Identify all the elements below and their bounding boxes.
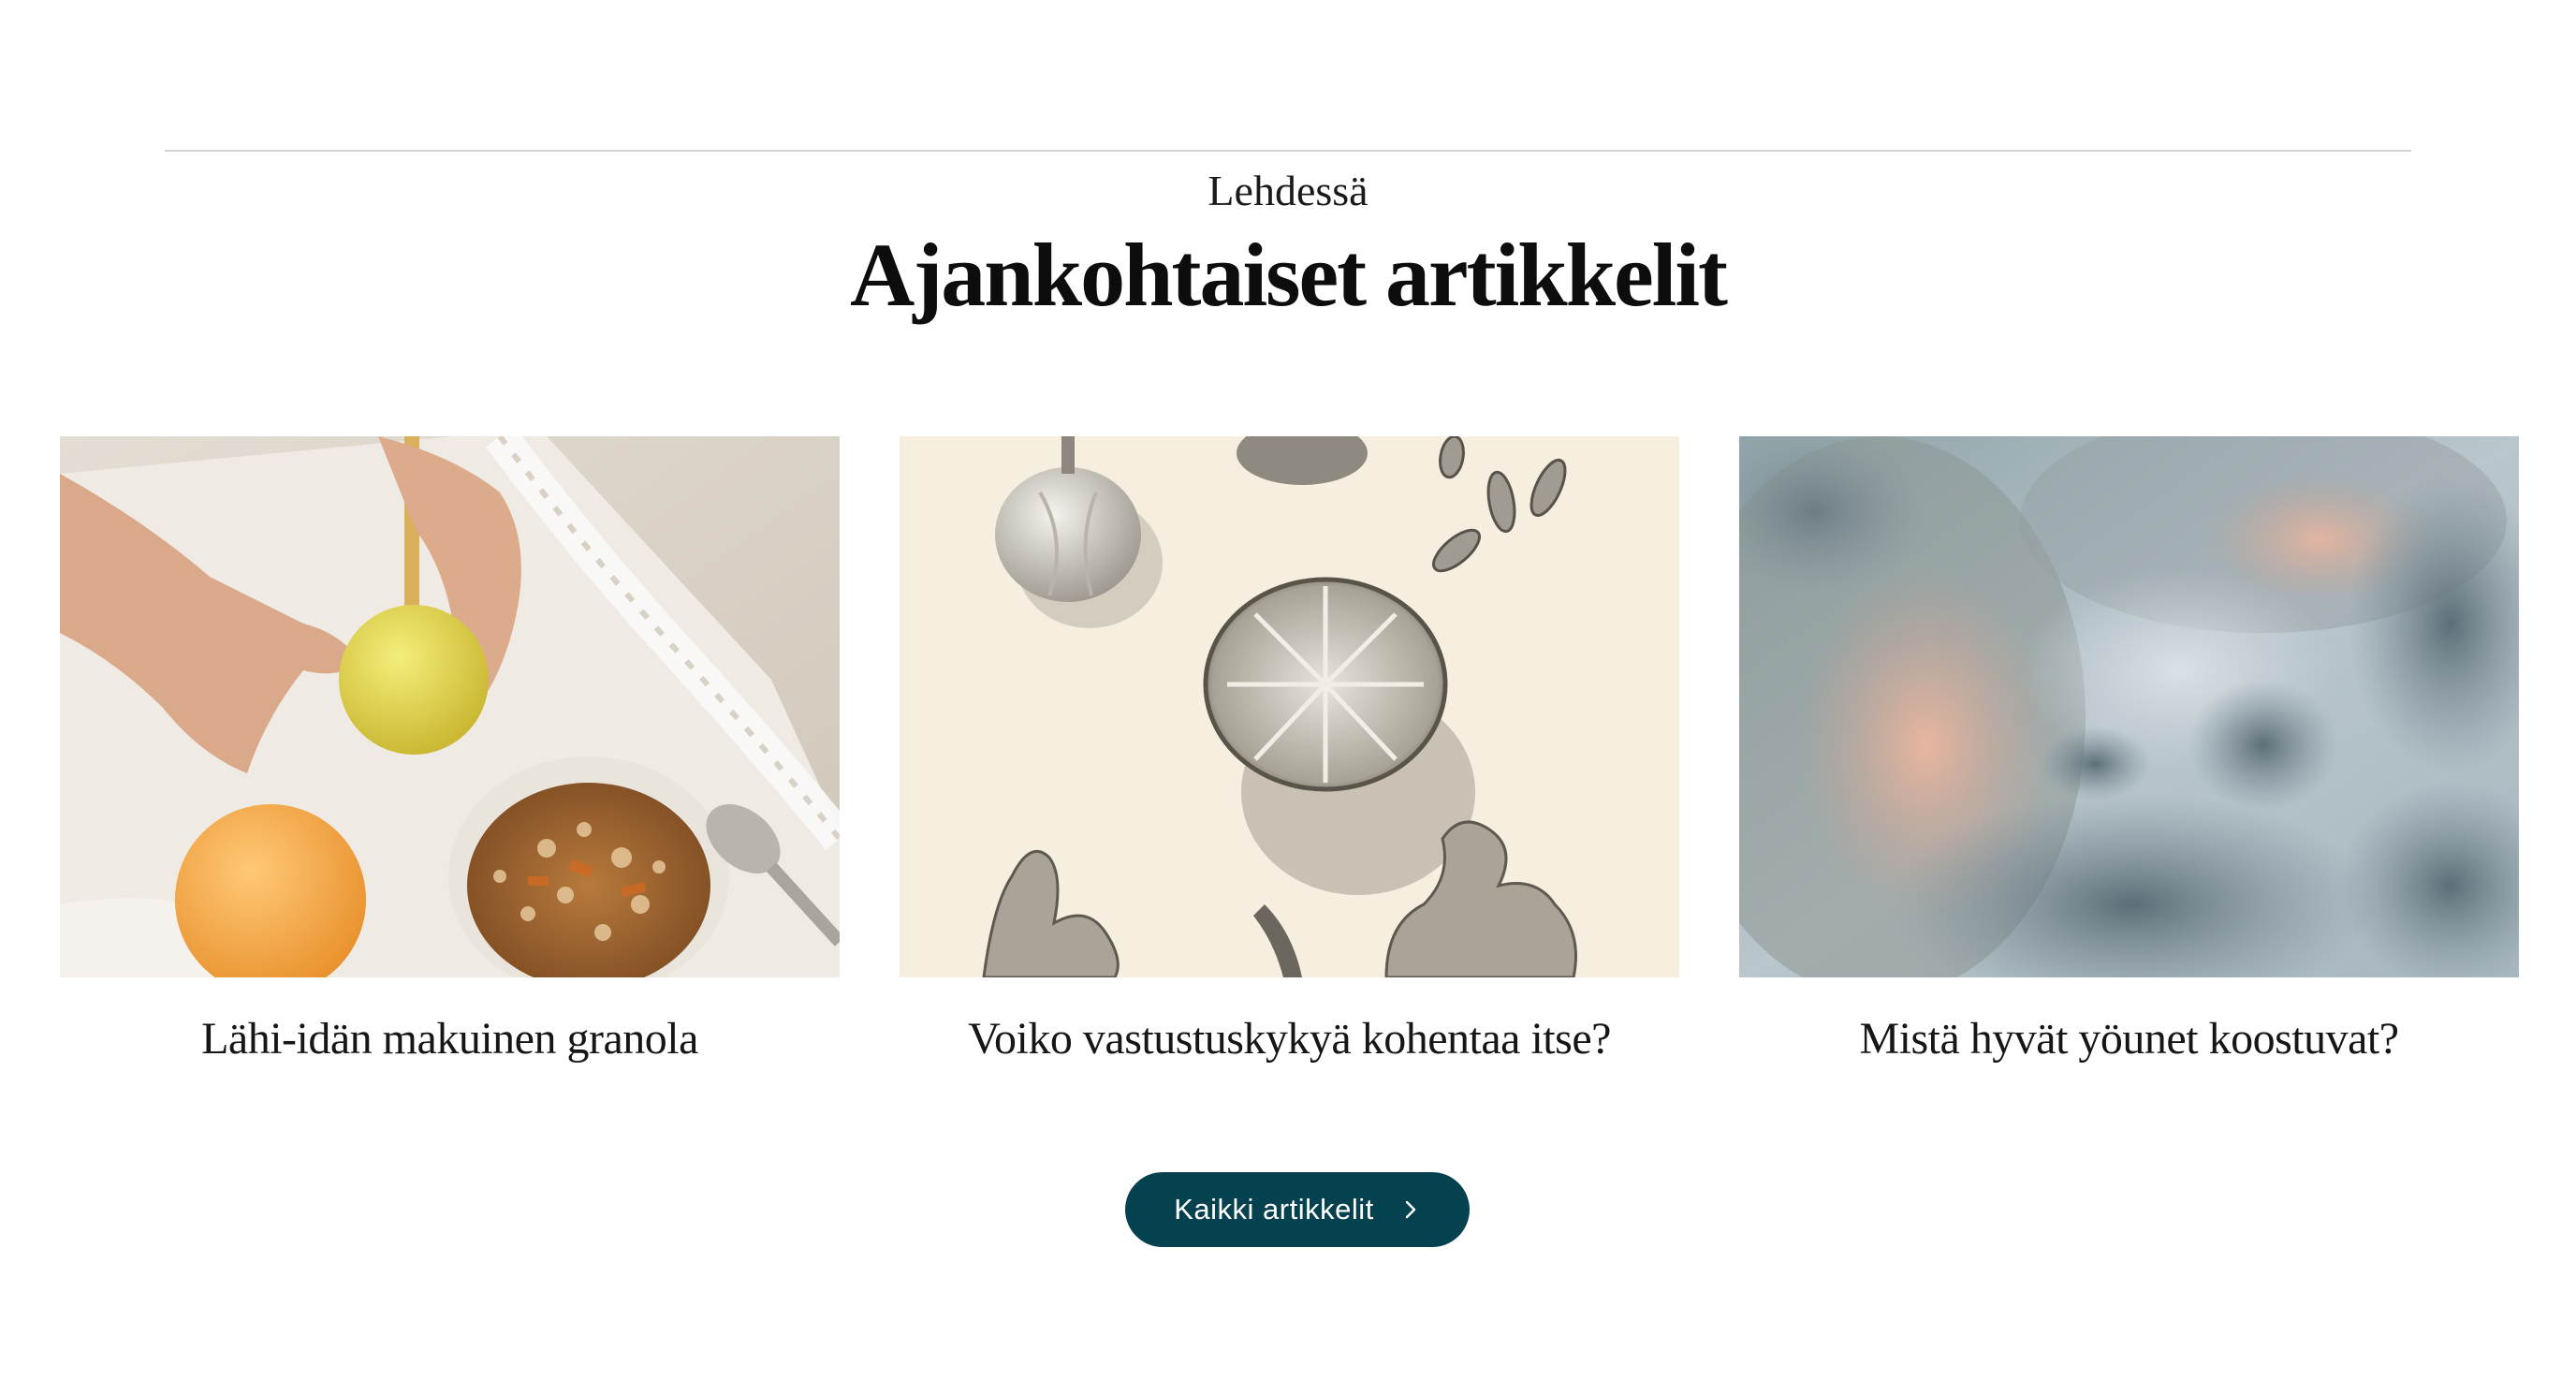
article-title[interactable]: Mistä hyvät yöunet koostuvat?: [1739, 1011, 2519, 1067]
article-image-immunity[interactable]: [900, 436, 1679, 977]
section-eyebrow: Lehdessä: [1208, 167, 1368, 214]
article-title[interactable]: Lähi-idän makuinen granola: [60, 1011, 840, 1067]
article-image-sleep[interactable]: [1739, 436, 2519, 977]
all-articles-button[interactable]: Kaikki artikkelit: [1125, 1172, 1470, 1247]
clouds-photo: [1739, 436, 2519, 977]
article-title[interactable]: Voiko vastustuskykyä kohentaa itse?: [900, 1011, 1679, 1067]
section-divider: [165, 150, 2411, 152]
section-title: Ajankohtaiset artikkelit: [850, 225, 1728, 325]
article-list: Lähi-idän makuinen granola Voiko vastust…: [60, 436, 2519, 1092]
chevron-right-icon: [1405, 1200, 1415, 1219]
granola-photo: [60, 436, 840, 977]
immunity-photo: [900, 436, 1679, 977]
article-image-granola[interactable]: [60, 436, 840, 977]
all-articles-button-label: Kaikki artikkelit: [1174, 1193, 1374, 1226]
